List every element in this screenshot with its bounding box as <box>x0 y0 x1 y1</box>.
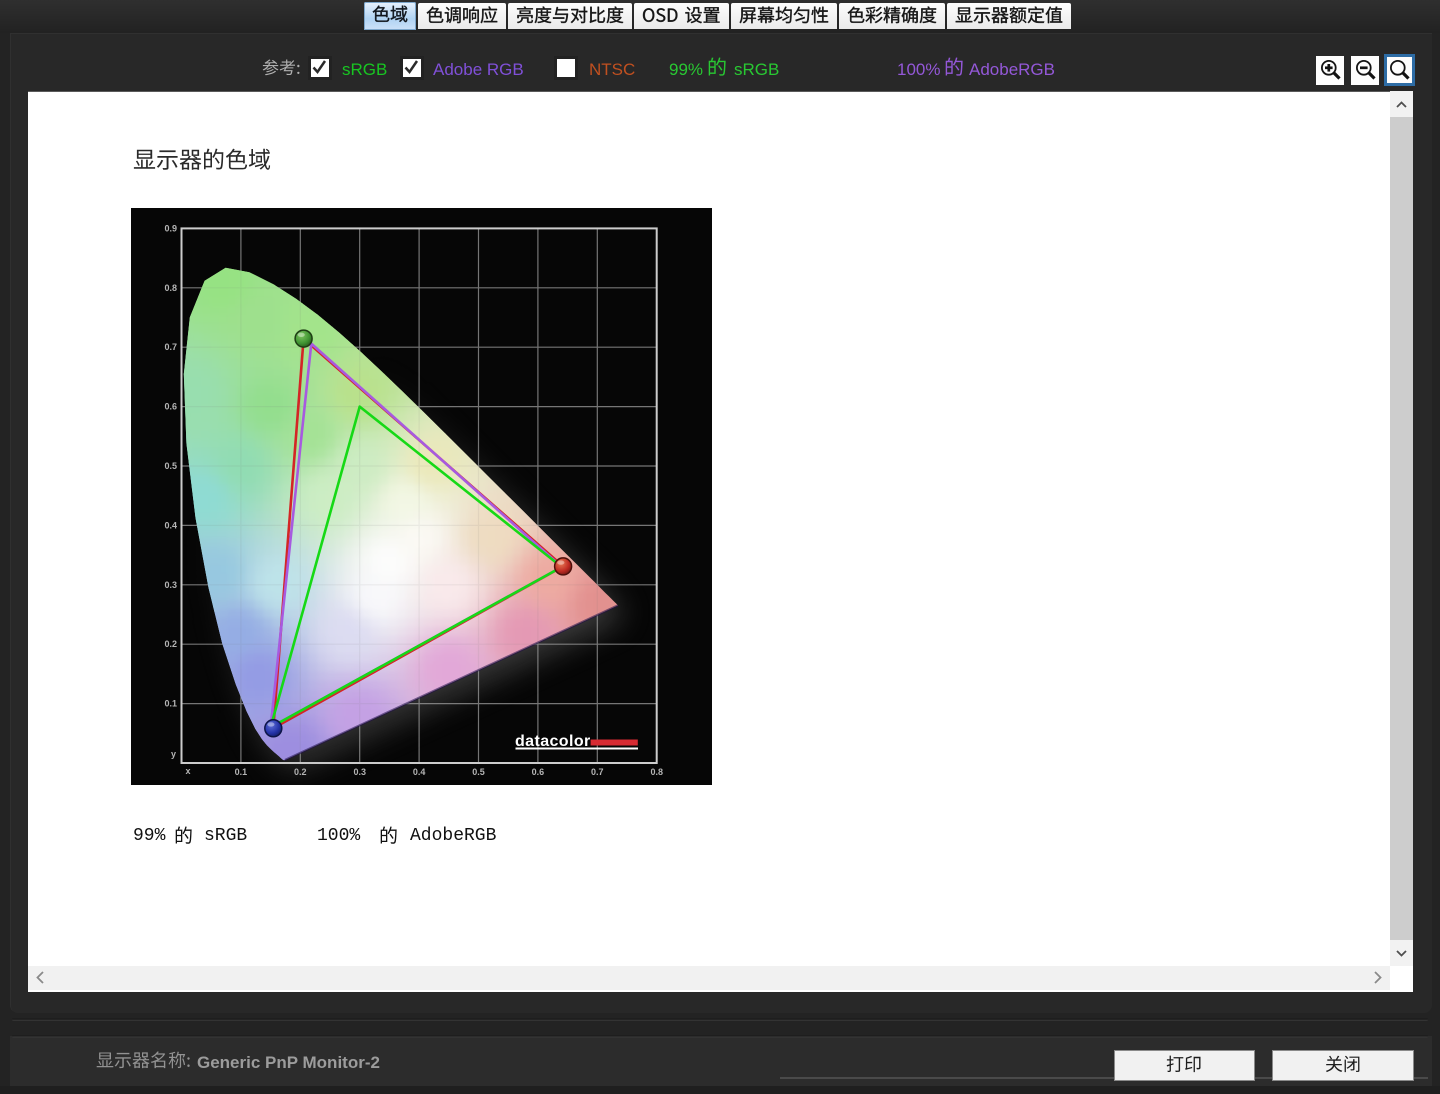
svg-text:0.8: 0.8 <box>650 767 663 777</box>
svg-text:0.7: 0.7 <box>164 342 177 352</box>
svg-text:0.6: 0.6 <box>532 767 545 777</box>
svg-text:0.5: 0.5 <box>472 767 485 777</box>
svg-text:0.2: 0.2 <box>164 639 177 649</box>
svg-text:0.1: 0.1 <box>235 767 248 777</box>
svg-text:0.3: 0.3 <box>353 767 366 777</box>
svg-text:0.5: 0.5 <box>164 461 177 471</box>
svg-text:0.6: 0.6 <box>164 402 177 412</box>
svg-text:0.3: 0.3 <box>164 580 177 590</box>
svg-text:0.8: 0.8 <box>164 283 177 293</box>
svg-text:x: x <box>185 766 190 776</box>
svg-text:0.9: 0.9 <box>164 223 177 233</box>
svg-text:0.7: 0.7 <box>591 767 604 777</box>
svg-text:0.4: 0.4 <box>164 520 177 530</box>
svg-text:0.4: 0.4 <box>413 767 426 777</box>
svg-text:datacolor: datacolor <box>515 733 591 750</box>
svg-text:0.1: 0.1 <box>164 699 177 709</box>
svg-text:y: y <box>171 749 176 759</box>
